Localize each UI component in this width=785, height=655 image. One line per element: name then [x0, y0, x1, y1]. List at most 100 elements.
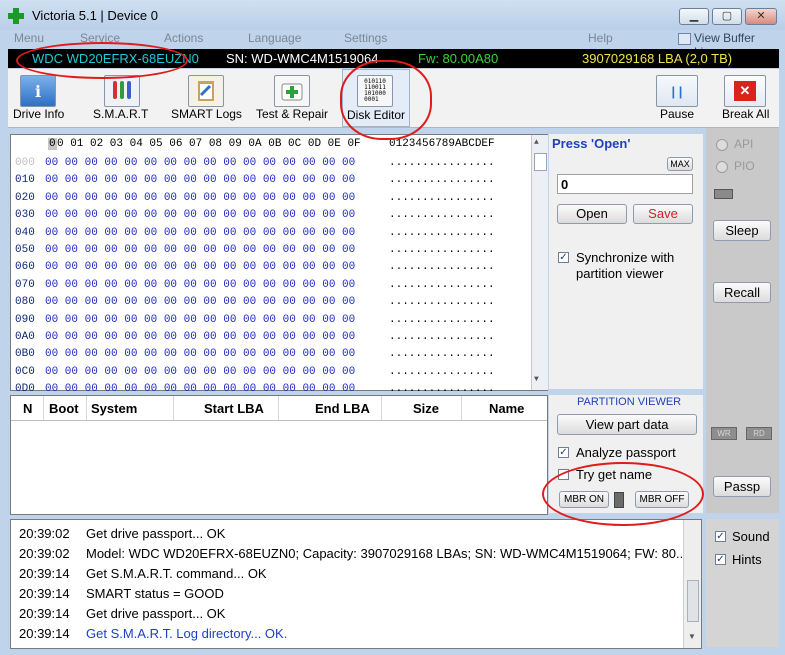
recall-button[interactable]: Recall: [713, 282, 771, 303]
hex-bytes[interactable]: 00 00 00 00 00 00 00 00 00 00 00 00 00 0…: [45, 155, 365, 398]
hex-ascii-row[interactable]: ................: [389, 312, 529, 329]
hex-ascii-row[interactable]: ................: [389, 242, 529, 259]
hex-ascii-row[interactable]: ................: [389, 294, 529, 311]
hex-ascii-row[interactable]: ................: [389, 259, 529, 276]
menu-item-settings[interactable]: Settings: [344, 31, 387, 45]
view-part-data-button[interactable]: View part data: [557, 414, 697, 435]
menu-item-help[interactable]: Help: [588, 31, 613, 45]
hex-offset: 080: [15, 296, 35, 309]
open-button[interactable]: Open: [557, 204, 627, 224]
column-start-lba[interactable]: Start LBA: [204, 401, 264, 416]
minimize-button[interactable]: ▁: [679, 8, 709, 25]
menu-item-language[interactable]: Language: [248, 31, 301, 45]
sync-label: Synchronize with partition viewer: [576, 250, 675, 281]
sleep-button[interactable]: Sleep: [713, 220, 771, 241]
drive-info-label: Drive Info: [13, 107, 65, 121]
scroll-down-arrow-icon[interactable]: ▼: [534, 375, 539, 384]
log-scrollbar[interactable]: ▼: [683, 520, 701, 648]
log-message: Get S.M.A.R.T. Log directory... OK.: [86, 626, 288, 641]
hex-byte-row[interactable]: 00 00 00 00 00 00 00 00 00 00 00 00 00 0…: [45, 259, 365, 276]
sector-input[interactable]: 0: [557, 174, 693, 194]
menu-item-menu[interactable]: Menu: [14, 31, 44, 45]
hex-ascii-row[interactable]: ................: [389, 277, 529, 294]
analyze-passport-label: Analyze passport: [576, 445, 676, 460]
log-message: Model: WDC WD20EFRX-68EUZN0; Capacity: 3…: [86, 546, 691, 561]
status-led: [714, 189, 733, 199]
hex-byte-row[interactable]: 00 00 00 00 00 00 00 00 00 00 00 00 00 0…: [45, 329, 365, 346]
column-divider: [173, 396, 174, 420]
hex-offset: 020: [15, 191, 35, 204]
hex-ascii-row[interactable]: ................: [389, 225, 529, 242]
menu-item-actions[interactable]: Actions: [164, 31, 203, 45]
hex-offset: 070: [15, 278, 35, 291]
column-n[interactable]: N: [23, 401, 32, 416]
log-scroll-down-icon[interactable]: ▼: [688, 632, 696, 641]
log-panel[interactable]: 20:39:02 Get drive passport... OK 20:39:02…: [10, 519, 702, 649]
hex-ascii-row[interactable]: ................: [389, 190, 529, 207]
hex-byte-row[interactable]: 00 00 00 00 00 00 00 00 00 00 00 00 00 0…: [45, 225, 365, 242]
hex-ascii-row[interactable]: ................: [389, 207, 529, 224]
hex-editor[interactable]: 0 0 01 02 03 04 05 06 07 08 09 0A 0B 0C …: [10, 134, 548, 395]
partition-table[interactable]: N Boot System Start LBA End LBA Size Nam…: [10, 395, 548, 515]
hex-offsets: 000 010 020 030 040 050 060 070 080 090 0A0 0B0 0C0 0…: [15, 155, 45, 398]
hints-checkbox[interactable]: ✓: [715, 554, 726, 565]
hex-scrollbar[interactable]: ▲ ▼: [531, 135, 548, 390]
maximize-button[interactable]: ▢: [712, 8, 742, 25]
break-all-button[interactable]: ✕ Break All: [716, 69, 778, 127]
sync-checkbox[interactable]: ✓: [558, 252, 569, 263]
close-button[interactable]: ✕: [745, 8, 777, 25]
hex-ascii-row[interactable]: ................: [389, 364, 529, 381]
drive-firmware: Fw: 80.00A80: [418, 51, 499, 66]
log-scroll-thumb[interactable]: [687, 580, 699, 622]
pio-radio[interactable]: [716, 161, 728, 173]
test-repair-button[interactable]: Test & Repair: [254, 69, 334, 127]
hex-ascii-row[interactable]: ................: [389, 172, 529, 189]
test-tubes-icon: [104, 75, 140, 107]
hex-byte-row[interactable]: 00 00 00 00 00 00 00 00 00 00 00 00 00 0…: [45, 364, 365, 381]
pause-button[interactable]: | | Pause: [652, 69, 708, 127]
drive-capacity: 3907029168 LBA (2,0 TB): [582, 51, 733, 66]
max-button[interactable]: MAX: [667, 157, 693, 171]
hex-offset: 050: [15, 243, 35, 256]
hex-byte-row[interactable]: 00 00 00 00 00 00 00 00 00 00 00 00 00 0…: [45, 312, 365, 329]
hex-ascii[interactable]: ........................................…: [389, 155, 529, 398]
column-name[interactable]: Name: [489, 401, 524, 416]
hex-byte-row[interactable]: 00 00 00 00 00 00 00 00 00 00 00 00 00 0…: [45, 294, 365, 311]
hex-offset: 0A0: [15, 330, 35, 343]
column-boot[interactable]: Boot: [49, 401, 79, 416]
log-message: Get S.M.A.R.T. command... OK: [86, 566, 267, 581]
partition-viewer-title: PARTITION VIEWER: [577, 396, 682, 408]
scroll-up-arrow-icon[interactable]: ▲: [534, 138, 539, 147]
log-lines: 20:39:02 Get drive passport... OK 20:39:02…: [11, 520, 690, 648]
log-timestamp: 20:39:14: [19, 586, 70, 601]
editor-status: Press 'Open': [552, 136, 631, 151]
scroll-thumb[interactable]: [534, 153, 547, 171]
column-size[interactable]: Size: [413, 401, 439, 416]
hex-byte-row[interactable]: 00 00 00 00 00 00 00 00 00 00 00 00 00 0…: [45, 242, 365, 259]
sound-checkbox[interactable]: ✓: [715, 531, 726, 542]
save-button[interactable]: Save: [633, 204, 693, 224]
log-timestamp: 20:39:14: [19, 626, 70, 641]
hex-ascii-row[interactable]: ................: [389, 346, 529, 363]
hex-ascii-header: 0123456789ABCDEF: [389, 138, 495, 150]
column-system[interactable]: System: [91, 401, 137, 416]
hex-byte-row[interactable]: 00 00 00 00 00 00 00 00 00 00 00 00 00 0…: [45, 155, 365, 172]
hex-byte-row[interactable]: 00 00 00 00 00 00 00 00 00 00 00 00 00 0…: [45, 277, 365, 294]
hex-ascii-row[interactable]: ................: [389, 155, 529, 172]
drive-info-button[interactable]: i Drive Info: [8, 69, 72, 127]
drive-serial: SN: WD-WMC4M1519064: [226, 51, 379, 66]
hex-offset: 010: [15, 174, 35, 187]
smart-logs-button[interactable]: SMART Logs: [168, 69, 244, 127]
hex-byte-row[interactable]: 00 00 00 00 00 00 00 00 00 00 00 00 00 0…: [45, 190, 365, 207]
hex-offset: 030: [15, 209, 35, 222]
hex-ascii-row[interactable]: ................: [389, 329, 529, 346]
hex-byte-row[interactable]: 00 00 00 00 00 00 00 00 00 00 00 00 00 0…: [45, 172, 365, 189]
hex-column-labels: 0 01 02 03 04 05 06 07 08 09 0A 0B 0C 0D…: [57, 138, 361, 150]
window-title: Victoria 5.1 | Device 0: [32, 8, 158, 23]
api-radio[interactable]: [716, 139, 728, 151]
column-end-lba[interactable]: End LBA: [315, 401, 370, 416]
hex-byte-row[interactable]: 00 00 00 00 00 00 00 00 00 00 00 00 00 0…: [45, 207, 365, 224]
passp-button[interactable]: Passp: [713, 476, 771, 497]
hex-byte-row[interactable]: 00 00 00 00 00 00 00 00 00 00 00 00 00 0…: [45, 346, 365, 363]
analyze-passport-checkbox[interactable]: ✓: [558, 447, 569, 458]
